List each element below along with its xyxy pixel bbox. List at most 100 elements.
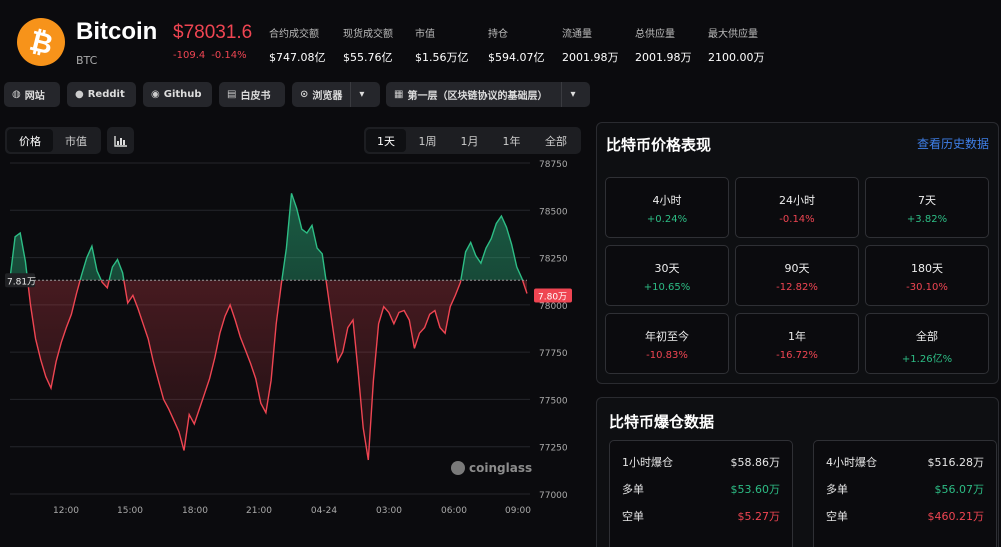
performance-period: 90天 — [784, 262, 810, 275]
link-label: 白皮书 — [240, 91, 271, 102]
performance-change: +10.65% — [643, 282, 691, 293]
stat-circulating-supply: 流通量 2001.98万 — [562, 25, 619, 65]
liquidation-row: 空单 $5.27万 — [610, 502, 792, 529]
tab-price[interactable]: 价格 — [7, 129, 53, 152]
tab-market-cap[interactable]: 市值 — [53, 129, 99, 152]
explorer-dropdown[interactable]: ⊙ 浏览器 ▾ — [292, 82, 380, 107]
performance-cell: 180天 -30.10% — [865, 245, 989, 306]
y-tick-label: 78500 — [539, 207, 568, 217]
stat-label: 市值 — [415, 29, 435, 40]
explorer-icon: ⊙ — [300, 89, 309, 100]
whitepaper-link[interactable]: ▤ 白皮书 — [219, 82, 285, 107]
watermark: coinglass — [469, 461, 532, 475]
performance-change: +0.24% — [646, 214, 688, 225]
performance-change: -10.83% — [646, 350, 688, 361]
y-tick-label: 78250 — [539, 255, 568, 265]
liquidation-row: 4小时爆仓 $516.28万 — [814, 448, 996, 475]
performance-change: +3.82% — [906, 214, 948, 225]
y-tick-label: 77000 — [539, 491, 568, 501]
tab-1d[interactable]: 1天 — [366, 129, 406, 152]
document-icon: ▤ — [227, 89, 237, 100]
performance-period: 180天 — [911, 262, 943, 275]
performance-change: -30.10% — [906, 282, 948, 293]
performance-cell: 年初至今 -10.83% — [605, 313, 729, 374]
tab-all[interactable]: 全部 — [533, 129, 579, 152]
performance-cell: 1年 -16.72% — [735, 313, 859, 374]
y-tick-label: 78000 — [539, 302, 568, 312]
liquidation-label: 4小时爆仓 — [826, 455, 877, 469]
price-change-abs: -109.4 — [173, 50, 206, 61]
baseline-label: 7.81万 — [7, 277, 36, 287]
performance-period: 30天 — [654, 262, 680, 275]
area-below-baseline — [10, 280, 527, 460]
performance-period: 7天 — [918, 194, 936, 207]
stat-value: 2001.98万 — [562, 51, 619, 64]
coin-name: Bitcoin — [76, 18, 158, 45]
link-label: Github — [163, 89, 202, 100]
stat-spot-volume: 现货成交额 $55.76亿 — [343, 25, 393, 65]
stat-max-supply: 最大供应量 2100.00万 — [708, 25, 765, 65]
liquidation-panel: 比特币爆仓数据 1小时爆仓 $58.86万 多单 $53.60万 空单 $5.27万 4小时… — [596, 397, 999, 547]
performance-cell: 90天 -12.82% — [735, 245, 859, 306]
price-chart[interactable]: 78750 78500 78250 78000 77750 77500 77250 77000… — [0, 155, 592, 547]
performance-period: 全部 — [916, 330, 938, 343]
liquidation-value: $5.27万 — [737, 509, 781, 523]
last-price-label: 7.80万 — [538, 293, 567, 303]
category-dropdown[interactable]: ▦ 第一层（区块链协议的基础层） ▾ — [386, 82, 590, 107]
range-tabs: 1天 1周 1月 1年 全部 — [364, 127, 581, 154]
y-tick-label: 77750 — [539, 349, 568, 359]
stat-label: 持仓 — [488, 29, 508, 40]
performance-cell: 全部 +1.26亿% — [865, 313, 989, 374]
tab-1y[interactable]: 1年 — [490, 129, 533, 152]
link-label: Reddit — [87, 89, 125, 100]
x-tick-label: 12:00 — [53, 506, 79, 516]
y-tick-label: 77250 — [539, 444, 568, 454]
price-change-pct: -0.14% — [211, 50, 247, 61]
github-link[interactable]: ◉ Github — [143, 82, 212, 107]
stat-value: $747.08亿 — [269, 51, 326, 64]
performance-period: 24小时 — [779, 194, 815, 207]
performance-period: 1年 — [788, 330, 806, 343]
stat-total-supply: 总供应量 2001.98万 — [635, 25, 692, 65]
coinglass-logo-icon — [451, 461, 465, 475]
coin-price: $78031.6 — [173, 22, 253, 43]
link-label: 第一层（区块链协议的基础层） — [407, 91, 548, 102]
x-tick-label: 15:00 — [117, 506, 143, 516]
chart-type-button[interactable] — [107, 127, 134, 154]
stat-label: 最大供应量 — [708, 29, 758, 40]
view-history-link[interactable]: 查看历史数据 — [917, 135, 989, 152]
price-performance-panel: 比特币价格表现 查看历史数据 4小时 +0.24% 24小时 -0.14% 7天 +3.8… — [596, 122, 999, 384]
chevron-down-icon[interactable]: ▾ — [350, 82, 364, 107]
liquidation-row: 空单 $460.21万 — [814, 502, 996, 529]
tab-1m[interactable]: 1月 — [449, 129, 490, 152]
performance-period: 年初至今 — [645, 330, 689, 343]
chevron-down-icon[interactable]: ▾ — [561, 82, 575, 107]
performance-change: -16.72% — [776, 350, 818, 361]
performance-title: 比特币价格表现 — [606, 136, 712, 154]
stat-value: 2001.98万 — [635, 51, 692, 64]
stat-label: 总供应量 — [635, 29, 675, 40]
stat-futures-volume: 合约成交额 $747.08亿 — [269, 25, 326, 65]
liquidation-title: 比特币爆仓数据 — [609, 413, 715, 431]
bitcoin-logo: ₿ — [17, 18, 65, 66]
stat-value: $1.56万亿 — [415, 51, 469, 64]
y-tick-label: 77500 — [539, 396, 568, 406]
liquidation-label: 多单 — [826, 482, 848, 496]
stat-label: 合约成交额 — [269, 29, 319, 40]
liquidation-label: 空单 — [622, 509, 644, 523]
tab-1w[interactable]: 1周 — [406, 129, 449, 152]
x-tick-label: 04-24 — [311, 506, 337, 516]
reddit-link[interactable]: ● Reddit — [67, 82, 136, 107]
performance-cell: 24小时 -0.14% — [735, 177, 859, 238]
x-tick-label: 06:00 — [441, 506, 467, 516]
website-link[interactable]: ◍ 网站 — [4, 82, 60, 107]
x-tick-label: 18:00 — [182, 506, 208, 516]
liquidation-row: 多单 $53.60万 — [610, 475, 792, 502]
liquidation-label: 空单 — [826, 509, 848, 523]
x-tick-label: 21:00 — [246, 506, 272, 516]
x-tick-label: 03:00 — [376, 506, 402, 516]
bitcoin-logo-symbol: ₿ — [25, 23, 57, 61]
performance-change: -0.14% — [779, 214, 815, 225]
liquidation-value: $53.60万 — [730, 482, 781, 496]
link-label: 浏览器 — [312, 91, 343, 102]
